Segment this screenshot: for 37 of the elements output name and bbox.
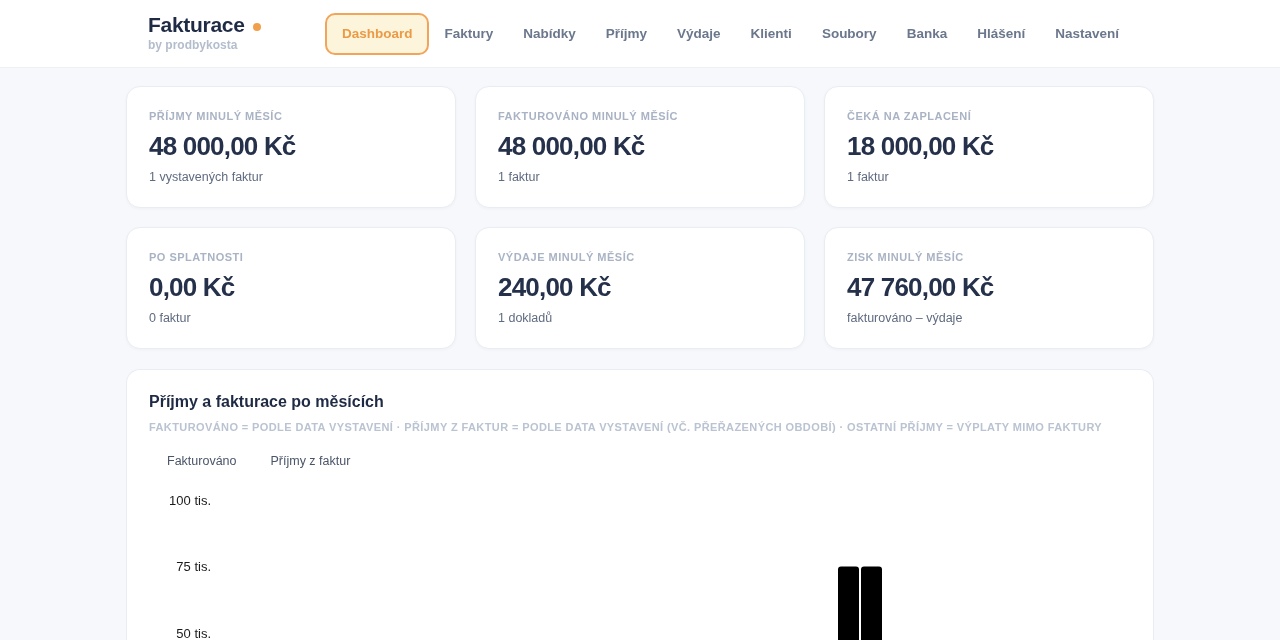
stat-note: fakturováno – výdaje <box>847 310 964 326</box>
nav-tab[interactable]: Banka <box>891 12 963 55</box>
stat-value: 240,00 Kč <box>498 272 612 302</box>
stat-note: 0 faktur <box>149 310 192 326</box>
chart-title: Příjmy a fakturace po měsících <box>149 392 385 412</box>
app-logo-text: Fakturace <box>148 14 245 36</box>
stat-label: PO SPLATNOSTI <box>149 250 245 264</box>
stat-label: ČEKÁ NA ZAPLACENÍ <box>847 109 973 123</box>
stat-value: 48 000,00 Kč <box>149 131 297 161</box>
nav-tab[interactable]: Soubory <box>806 12 892 55</box>
stat-label: VÝDAJE MINULÝ MĚSÍC <box>498 250 636 264</box>
stat-note: 1 vystavených faktur <box>149 169 264 185</box>
stat-value: 18 000,00 Kč <box>847 131 995 161</box>
dot-icon <box>252 23 261 31</box>
stat-value: 0,00 Kč <box>149 272 236 302</box>
nav-tab[interactable]: Klienti <box>735 12 807 55</box>
y-axis-label: 100 tis. <box>169 492 211 508</box>
stat-label: PŘÍJMY MINULÝ MĚSÍC <box>149 109 284 123</box>
chart-subtitle: FAKTUROVÁNO = PODLE DATA VYSTAVENÍ · PŘÍJMY Z FAKTUR = PODLE DATA VYSTAVENÍ (VČ. PŘEŘAZENÝCH OBDOBÍ) · OSTATNÍ PŘÍJMY = VÝPLATY MIMO FAKTURY <box>149 420 1104 434</box>
nav-tab[interactable]: Nabídky <box>508 12 591 55</box>
stat-label: ZISK MINULÝ MĚSÍC <box>847 250 965 264</box>
app-byline: by prodbykosta <box>148 37 239 53</box>
nav-tab[interactable]: Příjmy <box>590 12 663 55</box>
stat-value: 47 760,00 Kč <box>847 272 995 302</box>
stat-label: FAKTUROVÁNO MINULÝ MĚSÍC <box>498 109 680 123</box>
nav-tab[interactable]: Faktury <box>429 12 509 55</box>
nav-tab[interactable]: Hlášení <box>962 12 1041 55</box>
stat-note: 1 faktur <box>847 169 890 185</box>
y-axis-label: 50 tis. <box>176 625 211 640</box>
nav-tab[interactable]: Výdaje <box>662 12 736 55</box>
stat-value: 48 000,00 Kč <box>498 131 646 161</box>
stat-note: 1 dokladů <box>498 310 554 326</box>
legend-item[interactable]: Fakturováno <box>167 453 237 469</box>
nav-tab[interactable]: Nastavení <box>1040 12 1134 55</box>
y-axis-label: 75 tis. <box>176 559 211 574</box>
stat-note: 1 faktur <box>498 169 541 185</box>
legend-item[interactable]: Příjmy z faktur <box>270 453 351 469</box>
